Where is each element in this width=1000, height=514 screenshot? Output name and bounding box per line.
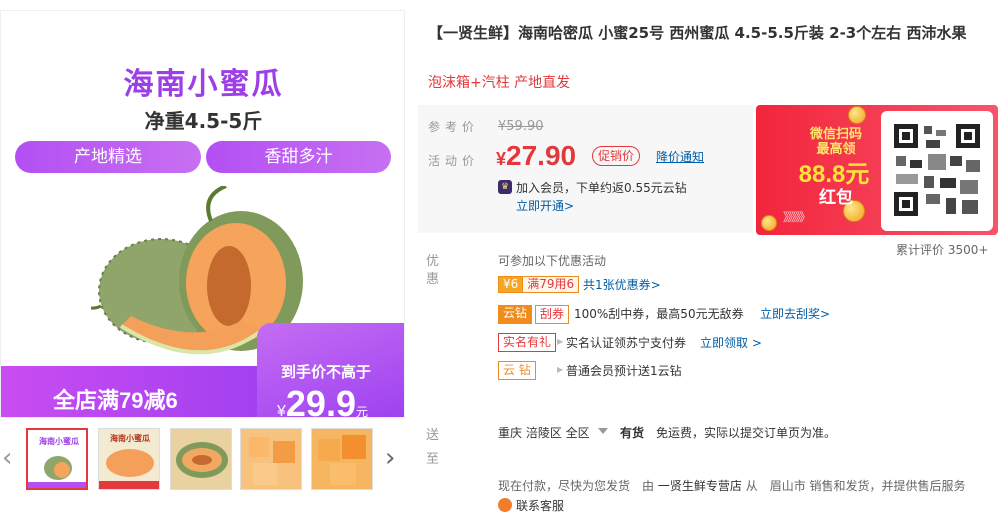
ref-price-label: 参考价 (428, 120, 480, 134)
thumbnail-1[interactable]: 海南小蜜瓜 (26, 428, 88, 490)
active-price-label: 活动价 (428, 154, 480, 168)
feature-pill: 产地精选 (15, 141, 201, 173)
coupon-link[interactable]: 共1张优惠券> (583, 276, 661, 293)
thumbnail-4[interactable] (240, 428, 302, 490)
shipping-label: 送至 (426, 428, 440, 467)
coupon-condition: 满79用6 (523, 276, 580, 293)
product-subtitle: 泡沫箱+汽柱 产地直发 (428, 75, 571, 91)
thumbnail-image: 海南小蜜瓜 (28, 436, 86, 488)
thumbnail-image (176, 442, 228, 478)
realname-link[interactable]: 立即领取 > (700, 334, 762, 351)
qr-code-icon[interactable] (890, 120, 984, 220)
stock-status: 有货 (620, 426, 645, 440)
promo-store-discount: 全店满79减6 (53, 388, 178, 413)
scratch-label: 刮券 (535, 305, 570, 324)
customer-service-link[interactable]: 联系客服 (516, 497, 564, 514)
store-name[interactable]: 一贤生鲜专营店 (658, 479, 742, 493)
thumbnail-strip: ‹ 海南小蜜瓜 海南小蜜瓜 › (0, 428, 410, 494)
realname-text: 实名认证领苏宁支付券 (566, 336, 687, 350)
coupon-tag: ¥6 满79用6 (498, 276, 580, 293)
chevron-down-icon[interactable] (598, 428, 608, 434)
vip-benefit-text: 加入会员，下单约返0.55元云钻 (516, 181, 687, 195)
thumbnail-image (318, 435, 366, 485)
redpack-word: 红包 (819, 188, 853, 208)
yunzuan-scratch-tag: 云钻 刮券 (498, 305, 570, 324)
coin-icon (761, 215, 777, 231)
currency-symbol: ¥ (496, 149, 507, 169)
shipping-fee-text: 免运费，实际以提交订单页为准。 (656, 426, 837, 440)
customer-service-icon[interactable] (498, 498, 512, 512)
seller-info: 现在付款，尽快为您发货 由 一贤生鲜专营店 从 眉山市 销售和发货，并提供售后服… (498, 477, 966, 494)
currency-symbol: ¥ (277, 403, 286, 418)
review-count[interactable]: 累计评价 3500+ (896, 241, 988, 258)
ref-price: ¥59.90 (498, 119, 544, 134)
active-price: ¥27.90 (496, 140, 576, 172)
thumbnail-image (249, 437, 295, 485)
active-price-value: 27.90 (506, 140, 577, 171)
svg-text:海南小蜜瓜: 海南小蜜瓜 (110, 433, 150, 443)
promotions-intro: 可参加以下优惠活动 (498, 254, 607, 268)
scratch-link[interactable]: 立即去刮奖> (760, 305, 830, 322)
coin-icon (848, 106, 866, 124)
caret-right-icon: ▶ (557, 365, 564, 374)
promo-price: ¥29.9元 (277, 383, 368, 418)
redpack-chevrons: 》》》》》 (783, 210, 811, 224)
promo-price-label: 到手价不高于 (281, 363, 372, 381)
shipping-location-select[interactable]: 重庆 涪陵区 全区 (498, 424, 590, 441)
scratch-text: 100%刮中券，最高50元无敌券 (574, 307, 744, 321)
promo-price-value: 29.9 (285, 383, 356, 418)
thumbnail-image: 海南小蜜瓜 (99, 433, 159, 489)
thumbnail-5[interactable] (311, 428, 373, 490)
svg-text:海南小蜜瓜: 海南小蜜瓜 (39, 436, 79, 446)
product-title: 【一贤生鲜】海南哈密瓜 小蜜25号 西州蜜瓜 4.5-5.5斤装 2-3个左右 … (428, 24, 967, 42)
coupon-amount: ¥6 (498, 276, 524, 293)
feature-pill: 香甜多汁 (206, 141, 391, 173)
seller-suffix: 从 眉山市 销售和发货，并提供售后服务 (745, 479, 966, 493)
image-title: 海南小蜜瓜 (123, 67, 284, 102)
realname-tag: 实名有礼 (498, 333, 557, 352)
vip-crown-icon: ♛ (498, 180, 512, 194)
yunzuan-label: 云钻 (498, 305, 533, 324)
yunzuan-reward-text: 普通会员预计送1云钻 (566, 364, 682, 378)
image-net-weight: 净重4.5-5斤 (144, 109, 263, 133)
promo-price-unit: 元 (355, 405, 368, 418)
product-info: 【一贤生鲜】海南哈密瓜 小蜜25号 西州蜜瓜 4.5-5.5斤装 2-3个左右 … (418, 0, 1000, 513)
promo-price-tag: 促销价 (592, 146, 641, 166)
thumbnail-3[interactable] (170, 428, 232, 490)
promotions-label: 优惠 (426, 254, 440, 287)
chevron-right-icon[interactable]: › (385, 443, 395, 473)
yunzuan-tag: 云 钻 (498, 361, 536, 380)
chevron-left-icon[interactable]: ‹ (2, 443, 12, 473)
product-gallery: 海南小蜜瓜 净重4.5-5斤 产地精选 香甜多汁 全店满79减6 到手价不高于 … (0, 0, 410, 513)
seller-prefix: 现在付款，尽快为您发货 由 (498, 479, 655, 493)
price-drop-notify-link[interactable]: 降价通知 (656, 148, 704, 165)
caret-right-icon: ▶ (557, 337, 564, 346)
main-product-image[interactable]: 海南小蜜瓜 净重4.5-5斤 产地精选 香甜多汁 全店满79减6 到手价不高于 … (0, 10, 405, 418)
thumbnail-2[interactable]: 海南小蜜瓜 (98, 428, 160, 490)
vip-open-link[interactable]: 立即开通> (516, 197, 574, 214)
